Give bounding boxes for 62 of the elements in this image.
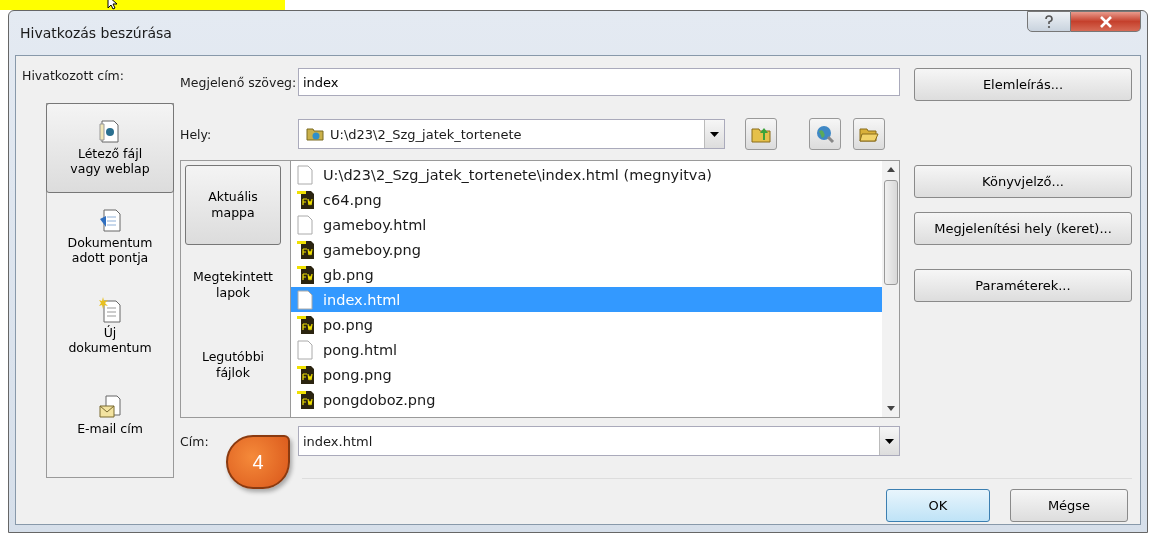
file-icon <box>297 164 315 185</box>
side-button[interactable]: Elemleírás... <box>914 68 1132 101</box>
link-type-button[interactable]: Új dokumentum <box>46 281 174 371</box>
scroll-down-icon[interactable] <box>886 406 895 411</box>
display-text-field[interactable]: index <box>298 68 900 96</box>
image-file-icon <box>297 314 315 335</box>
image-file-icon <box>297 364 315 385</box>
side-button[interactable]: Paraméterek... <box>914 269 1132 302</box>
link-type-button[interactable]: Dokumentum adott pontja <box>46 192 174 282</box>
file-icon <box>297 214 315 235</box>
link-to-label: Hivatkozott cím: <box>22 68 125 83</box>
web-search-button[interactable] <box>809 118 841 150</box>
folder-icon <box>306 127 324 141</box>
globe-search-icon <box>815 124 835 144</box>
document-icon <box>99 120 121 144</box>
window-title: Hivatkozás beszúrása <box>20 25 172 41</box>
link-type-button[interactable]: E-mail cím <box>46 370 174 460</box>
image-file-icon <box>297 239 315 260</box>
look-in-dropdown[interactable]: U:\d23\2_Szg_jatek_tortenete <box>298 119 725 149</box>
view-button[interactable]: Megtekintett lapok <box>185 245 281 325</box>
ok-button[interactable]: OK <box>886 489 990 522</box>
new-document-icon <box>99 297 121 323</box>
file-icon <box>297 339 315 360</box>
file-row[interactable]: c64.png <box>291 187 882 212</box>
side-button[interactable]: Könyvjelző... <box>914 165 1132 198</box>
look-in-value: U:\d23\2_Szg_jatek_tortenete <box>330 126 523 142</box>
side-button[interactable]: Megjelenítési hely (keret)... <box>914 212 1132 245</box>
view-button[interactable]: Aktuális mappa <box>185 165 281 245</box>
file-row[interactable]: gameboy.png <box>291 237 882 262</box>
view-button[interactable]: Legutóbbi fájlok <box>185 325 281 405</box>
help-button[interactable] <box>1027 11 1071 32</box>
file-row[interactable]: pongdoboz.png <box>291 387 882 412</box>
browse-folder-button[interactable] <box>853 118 885 150</box>
cursor-icon <box>107 0 119 10</box>
look-in-label: Hely: <box>180 126 213 142</box>
document-icon <box>99 209 121 233</box>
step-number: 4 <box>252 450 264 474</box>
file-row[interactable]: U:\d23\2_Szg_jatek_tortenete\index.html (megnyitva) <box>291 162 882 187</box>
scrollbar[interactable] <box>882 161 899 417</box>
link-type-button[interactable]: Létező fájl vagy weblap <box>46 103 174 193</box>
image-file-icon <box>297 189 315 210</box>
file-icon <box>297 289 315 310</box>
email-document-icon <box>99 394 121 419</box>
close-button[interactable] <box>1071 11 1141 32</box>
close-icon <box>1098 15 1113 28</box>
help-icon <box>1044 14 1054 29</box>
cancel-button[interactable]: Mégse <box>1010 489 1128 522</box>
address-value: index.html <box>302 433 374 449</box>
file-row[interactable]: pong.html <box>291 337 882 362</box>
file-row[interactable]: gameboy.html <box>291 212 882 237</box>
scroll-up-icon[interactable] <box>886 167 895 172</box>
file-row[interactable]: po.png <box>291 312 882 337</box>
address-label: Cím: <box>180 433 210 449</box>
open-folder-icon <box>859 125 879 143</box>
file-row[interactable]: gb.png <box>291 262 882 287</box>
folder-up-icon <box>751 125 771 143</box>
file-row[interactable]: pong.png <box>291 362 882 387</box>
image-file-icon <box>297 389 315 410</box>
address-field[interactable]: index.html <box>298 426 900 456</box>
display-text-label: Megjelenő szöveg: <box>180 74 298 90</box>
image-file-icon <box>297 264 315 285</box>
folder-up-button[interactable] <box>745 118 777 150</box>
